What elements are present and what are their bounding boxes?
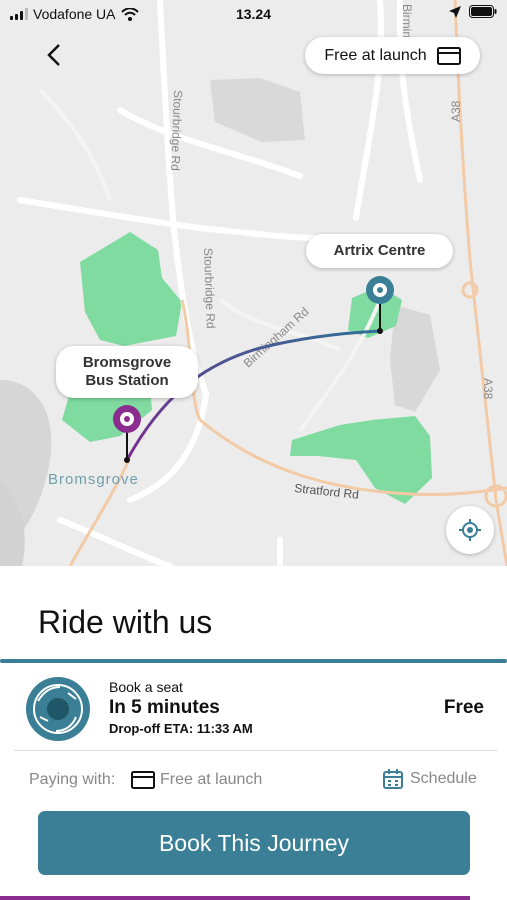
payment-row[interactable]: Paying with: Free at launch Schedule [0,767,507,795]
recenter-location-button[interactable] [446,506,494,554]
schedule-label: Schedule [410,770,477,787]
map-view[interactable]: Stourbridge Rd Stourbridge Rd Birmingham… [0,0,507,566]
destination-name: Artrix Centre [333,242,426,259]
calendar-icon [383,769,403,789]
sheet-title: Ride with us [38,604,213,640]
chevron-left-icon [47,44,60,66]
battery-icon [469,5,497,18]
crosshair-icon [459,519,481,541]
road-label: A38 [449,100,463,122]
dropoff-eta: Drop-off ETA: 11:33 AM [109,721,253,736]
book-journey-button[interactable]: Book This Journey [38,811,470,875]
town-label: Bromsgrove [48,471,139,488]
status-bar: Vodafone UA 13.24 [0,0,507,28]
payment-value: Free at launch [160,771,263,788]
origin-callout[interactable]: Bromsgrove Bus Station [56,346,198,398]
destination-callout[interactable]: Artrix Centre [306,234,453,268]
location-arrow-icon [449,5,461,18]
ride-option[interactable]: Book a seat In 5 minutes Drop-off ETA: 1… [0,663,507,751]
ride-headline: In 5 minutes [109,697,220,718]
ride-price: Free [443,697,484,718]
bottom-accent-bar [0,896,470,900]
schedule-button[interactable]: Schedule [383,769,477,789]
payment-card-icon [131,771,155,789]
map-canvas: Stourbridge Rd Stourbridge Rd Birmingham… [0,0,507,566]
origin-name-line1: Bromsgrove [82,354,172,371]
road-label: Stourbridge Rd [201,248,218,329]
road-label: A38 [481,378,495,400]
booking-sheet: Ride with us Book a seat In 5 minutes Dr… [0,566,507,900]
road-label: Stourbridge Rd [168,90,185,171]
back-button[interactable] [38,38,70,72]
origin-name-line2: Bus Station [85,372,169,389]
service-logo-icon [26,677,90,741]
fare-type-label: Free at launch [324,46,427,64]
fare-type-button[interactable]: Free at launch [305,37,480,74]
divider [14,750,497,751]
card-icon [436,46,461,65]
clock: 13.24 [235,6,272,22]
payment-label: Paying with: [29,771,116,788]
ride-subtitle: Book a seat [109,679,183,695]
